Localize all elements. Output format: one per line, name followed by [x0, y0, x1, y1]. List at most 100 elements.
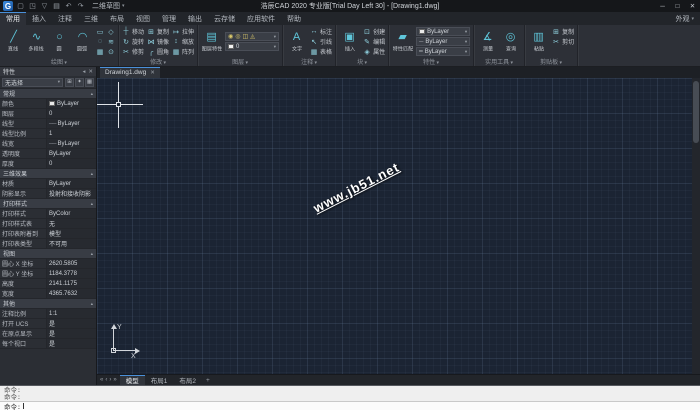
ribbon-button[interactable]: ▥粘贴	[528, 31, 549, 53]
ribbon-dropdown[interactable]: ─ByLayer	[416, 37, 470, 46]
palette-row[interactable]: 圆心 Y 坐标1184.3778	[0, 269, 96, 279]
palette-row[interactable]: 线型──ByLayer	[0, 119, 96, 129]
ribbon-tab[interactable]: 输出	[182, 12, 208, 25]
panel-label[interactable]: 注释	[286, 57, 332, 66]
palette-header[interactable]: 特性 ◂✕	[0, 67, 96, 76]
palette-row-value[interactable]: 2620.5805	[46, 259, 96, 268]
ribbon-button[interactable]: ✎编辑	[363, 37, 385, 46]
palette-row[interactable]: 打印表附着到模型	[0, 229, 96, 239]
palette-row[interactable]: 厚度0	[0, 159, 96, 169]
ribbon-button[interactable]: ◎查询	[500, 31, 521, 53]
palette-row[interactable]: 圆心 X 坐标2620.5805	[0, 259, 96, 269]
ribbon-button[interactable]: ▦	[96, 48, 104, 56]
workspace-switcher[interactable]: 二维草图 ▾	[92, 1, 125, 11]
palette-row-value[interactable]: 是	[46, 339, 96, 348]
ribbon-button[interactable]: ◈属性	[363, 47, 385, 56]
palette-section-header[interactable]: 视图	[0, 249, 96, 259]
ribbon-button[interactable]: ⊞复制	[147, 27, 169, 36]
minimize-button[interactable]: ─	[655, 0, 670, 12]
palette-row-value[interactable]: ──ByLayer	[46, 119, 96, 128]
palette-row-value[interactable]: 4365.7632	[46, 289, 96, 298]
palette-row[interactable]: 打印表类型不可用	[0, 239, 96, 249]
ribbon-button[interactable]: ▦表格	[310, 47, 332, 56]
ribbon-button[interactable]: ▦阵列	[172, 47, 194, 56]
maximize-button[interactable]: □	[670, 0, 685, 12]
layout-tab[interactable]: 模型	[120, 375, 145, 385]
redo-icon[interactable]: ↷	[76, 2, 85, 10]
layout-nav-button[interactable]: »	[113, 377, 116, 383]
palette-row-value[interactable]: 投射和接收阴影	[46, 189, 96, 198]
palette-row[interactable]: 在原点显示是	[0, 329, 96, 339]
ribbon-button[interactable]: ∡测量	[477, 31, 498, 53]
palette-row[interactable]: 每个视口是	[0, 339, 96, 349]
layout-nav-button[interactable]: ‹	[105, 377, 107, 383]
print-icon[interactable]: ▤	[52, 2, 61, 10]
ribbon-tab[interactable]: 布局	[104, 12, 130, 25]
ribbon-button[interactable]: ∿多段线	[26, 31, 47, 53]
ribbon-dropdown[interactable]: 0	[225, 42, 279, 51]
panel-label[interactable]: 剪贴板	[528, 57, 574, 66]
ribbon-button[interactable]: ⋈镜像	[147, 37, 169, 46]
ribbon-button[interactable]: ✂剪切	[552, 37, 574, 46]
palette-row-value[interactable]: ──ByLayer	[46, 139, 96, 148]
ribbon-tab[interactable]: 三维	[78, 12, 104, 25]
panel-label[interactable]: 实用工具	[477, 57, 521, 66]
ribbon-button[interactable]: ⊙	[107, 48, 115, 56]
palette-row-value[interactable]: 1184.3778	[46, 269, 96, 278]
ribbon-button[interactable]: ⊞复制	[552, 27, 574, 36]
palette-row[interactable]: 材质ByLayer	[0, 179, 96, 189]
ribbon-button[interactable]: ↕缩放	[172, 37, 194, 46]
open-icon[interactable]: ◳	[28, 2, 37, 10]
ribbon-button[interactable]: ↻旋转	[122, 37, 144, 46]
app-logo-icon[interactable]: G	[3, 1, 13, 11]
appearance-menu[interactable]: 外观 ▾	[675, 12, 694, 25]
document-tab[interactable]: Drawing1.dwg ✕	[100, 67, 160, 78]
ribbon-button[interactable]: ◇	[107, 28, 115, 36]
palette-row-value[interactable]: 不可用	[46, 239, 96, 248]
ribbon-button[interactable]: ╭圆角	[147, 47, 169, 56]
vertical-scrollbar[interactable]	[692, 78, 700, 374]
palette-row-value[interactable]: 2141.1175	[46, 279, 96, 288]
palette-row[interactable]: 线型比例1	[0, 129, 96, 139]
ribbon-button[interactable]: ┼移动	[122, 27, 144, 36]
ribbon-dropdown[interactable]: ━ByLayer	[416, 47, 470, 56]
close-icon[interactable]: ✕	[88, 69, 93, 75]
close-button[interactable]: ✕	[685, 0, 700, 12]
ribbon-tab[interactable]: 视图	[130, 12, 156, 25]
ribbon-tab[interactable]: 云存储	[208, 12, 241, 25]
palette-row[interactable]: 颜色ByLayer	[0, 99, 96, 109]
ribbon-tab[interactable]: 注释	[52, 12, 78, 25]
ribbon-tab[interactable]: 帮助	[281, 12, 307, 25]
palette-row-value[interactable]: ByLayer	[46, 179, 96, 188]
panel-label[interactable]: 绘图	[3, 57, 115, 66]
ribbon-button[interactable]: ▰特性匹配	[392, 31, 413, 53]
ribbon-button[interactable]: ▤图层特性	[201, 31, 222, 53]
palette-row[interactable]: 打开 UCS是	[0, 319, 96, 329]
ribbon-tab[interactable]: 管理	[156, 12, 182, 25]
ribbon-button[interactable]: ▭	[96, 28, 104, 36]
new-icon[interactable]: ▢	[16, 2, 25, 10]
close-icon[interactable]: ✕	[150, 70, 155, 76]
ribbon-button[interactable]: ○圆	[49, 31, 70, 53]
ribbon-dropdown[interactable]: ◉◎◫◬	[225, 32, 279, 41]
ribbon-button[interactable]: ╱直线	[3, 31, 24, 53]
ribbon-button[interactable]: ◌	[96, 38, 104, 45]
palette-row-value[interactable]: ByColor	[46, 209, 96, 218]
palette-section-header[interactable]: 其他	[0, 299, 96, 309]
palette-row[interactable]: 高度2141.1175	[0, 279, 96, 289]
palette-row-value[interactable]: 0	[46, 159, 96, 168]
palette-section-header[interactable]: 打印样式	[0, 199, 96, 209]
ribbon-button[interactable]: ↦拉伸	[172, 27, 194, 36]
ribbon-button[interactable]: ⊡创建	[363, 27, 385, 36]
palette-row[interactable]: 线宽──ByLayer	[0, 139, 96, 149]
panel-label[interactable]: 修改	[122, 57, 194, 66]
palette-row[interactable]: 透明度ByLayer	[0, 149, 96, 159]
palette-row-value[interactable]: 1:1	[46, 309, 96, 318]
palette-row-value[interactable]: 是	[46, 319, 96, 328]
undo-icon[interactable]: ↶	[64, 2, 73, 10]
ribbon-button[interactable]: ◠圆弧	[72, 31, 93, 53]
ribbon-button[interactable]: A文字	[286, 31, 307, 53]
save-icon[interactable]: ▽	[40, 2, 49, 10]
layout-nav-button[interactable]: «	[100, 377, 103, 383]
selection-dropdown[interactable]: 无选择	[2, 78, 63, 87]
